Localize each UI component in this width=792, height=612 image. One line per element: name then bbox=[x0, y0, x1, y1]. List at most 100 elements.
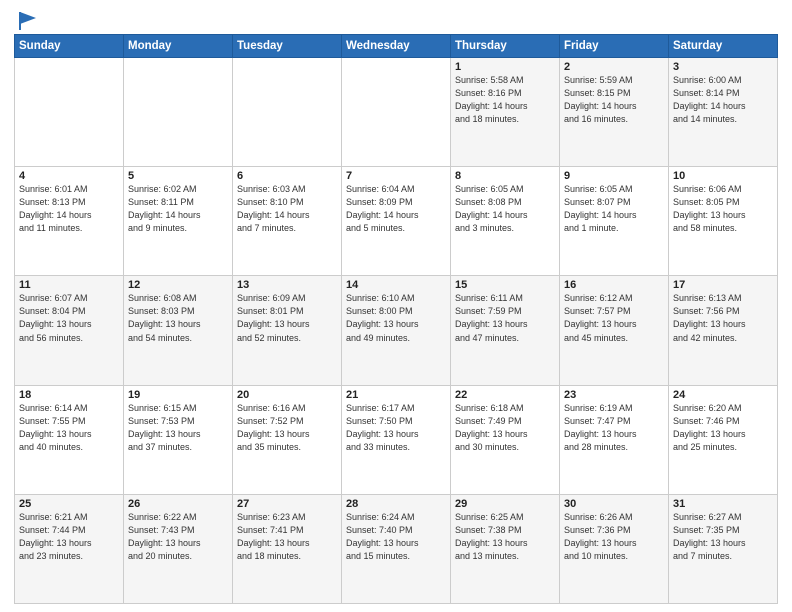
day-info: Sunrise: 6:13 AMSunset: 7:56 PMDaylight:… bbox=[673, 292, 773, 344]
day-header-thursday: Thursday bbox=[451, 35, 560, 58]
day-info: Sunrise: 6:05 AMSunset: 8:08 PMDaylight:… bbox=[455, 183, 555, 235]
day-number: 4 bbox=[19, 170, 119, 182]
calendar: SundayMondayTuesdayWednesdayThursdayFrid… bbox=[14, 34, 778, 604]
day-cell-3: 3Sunrise: 6:00 AMSunset: 8:14 PMDaylight… bbox=[669, 58, 778, 167]
day-number: 10 bbox=[673, 170, 773, 182]
week-row-1: 4Sunrise: 6:01 AMSunset: 8:13 PMDaylight… bbox=[15, 167, 778, 276]
day-cell-28: 28Sunrise: 6:24 AMSunset: 7:40 PMDayligh… bbox=[342, 494, 451, 603]
day-info: Sunrise: 6:27 AMSunset: 7:35 PMDaylight:… bbox=[673, 511, 773, 563]
week-row-4: 25Sunrise: 6:21 AMSunset: 7:44 PMDayligh… bbox=[15, 494, 778, 603]
day-number: 27 bbox=[237, 498, 337, 510]
day-info: Sunrise: 6:23 AMSunset: 7:41 PMDaylight:… bbox=[237, 511, 337, 563]
day-info: Sunrise: 5:58 AMSunset: 8:16 PMDaylight:… bbox=[455, 74, 555, 126]
day-cell-8: 8Sunrise: 6:05 AMSunset: 8:08 PMDaylight… bbox=[451, 167, 560, 276]
day-cell-19: 19Sunrise: 6:15 AMSunset: 7:53 PMDayligh… bbox=[124, 385, 233, 494]
day-cell-13: 13Sunrise: 6:09 AMSunset: 8:01 PMDayligh… bbox=[233, 276, 342, 385]
day-info: Sunrise: 6:20 AMSunset: 7:46 PMDaylight:… bbox=[673, 402, 773, 454]
day-number: 6 bbox=[237, 170, 337, 182]
week-row-3: 18Sunrise: 6:14 AMSunset: 7:55 PMDayligh… bbox=[15, 385, 778, 494]
header bbox=[14, 10, 778, 28]
day-info: Sunrise: 6:06 AMSunset: 8:05 PMDaylight:… bbox=[673, 183, 773, 235]
day-number: 3 bbox=[673, 61, 773, 73]
empty-cell bbox=[342, 58, 451, 167]
day-info: Sunrise: 6:19 AMSunset: 7:47 PMDaylight:… bbox=[564, 402, 664, 454]
day-cell-10: 10Sunrise: 6:06 AMSunset: 8:05 PMDayligh… bbox=[669, 167, 778, 276]
day-number: 14 bbox=[346, 279, 446, 291]
day-info: Sunrise: 6:08 AMSunset: 8:03 PMDaylight:… bbox=[128, 292, 228, 344]
day-cell-18: 18Sunrise: 6:14 AMSunset: 7:55 PMDayligh… bbox=[15, 385, 124, 494]
day-number: 20 bbox=[237, 389, 337, 401]
day-info: Sunrise: 6:00 AMSunset: 8:14 PMDaylight:… bbox=[673, 74, 773, 126]
empty-cell bbox=[233, 58, 342, 167]
day-info: Sunrise: 6:09 AMSunset: 8:01 PMDaylight:… bbox=[237, 292, 337, 344]
day-number: 2 bbox=[564, 61, 664, 73]
day-cell-26: 26Sunrise: 6:22 AMSunset: 7:43 PMDayligh… bbox=[124, 494, 233, 603]
day-info: Sunrise: 6:21 AMSunset: 7:44 PMDaylight:… bbox=[19, 511, 119, 563]
day-number: 15 bbox=[455, 279, 555, 291]
day-header-friday: Friday bbox=[560, 35, 669, 58]
day-number: 30 bbox=[564, 498, 664, 510]
day-info: Sunrise: 6:02 AMSunset: 8:11 PMDaylight:… bbox=[128, 183, 228, 235]
day-cell-29: 29Sunrise: 6:25 AMSunset: 7:38 PMDayligh… bbox=[451, 494, 560, 603]
day-info: Sunrise: 6:11 AMSunset: 7:59 PMDaylight:… bbox=[455, 292, 555, 344]
day-number: 8 bbox=[455, 170, 555, 182]
day-number: 1 bbox=[455, 61, 555, 73]
day-number: 22 bbox=[455, 389, 555, 401]
day-number: 5 bbox=[128, 170, 228, 182]
day-info: Sunrise: 6:10 AMSunset: 8:00 PMDaylight:… bbox=[346, 292, 446, 344]
day-cell-21: 21Sunrise: 6:17 AMSunset: 7:50 PMDayligh… bbox=[342, 385, 451, 494]
day-cell-1: 1Sunrise: 5:58 AMSunset: 8:16 PMDaylight… bbox=[451, 58, 560, 167]
day-number: 19 bbox=[128, 389, 228, 401]
day-cell-2: 2Sunrise: 5:59 AMSunset: 8:15 PMDaylight… bbox=[560, 58, 669, 167]
day-number: 31 bbox=[673, 498, 773, 510]
empty-cell bbox=[15, 58, 124, 167]
day-info: Sunrise: 6:07 AMSunset: 8:04 PMDaylight:… bbox=[19, 292, 119, 344]
day-cell-22: 22Sunrise: 6:18 AMSunset: 7:49 PMDayligh… bbox=[451, 385, 560, 494]
empty-cell bbox=[124, 58, 233, 167]
day-cell-23: 23Sunrise: 6:19 AMSunset: 7:47 PMDayligh… bbox=[560, 385, 669, 494]
day-cell-7: 7Sunrise: 6:04 AMSunset: 8:09 PMDaylight… bbox=[342, 167, 451, 276]
week-row-2: 11Sunrise: 6:07 AMSunset: 8:04 PMDayligh… bbox=[15, 276, 778, 385]
day-number: 28 bbox=[346, 498, 446, 510]
day-cell-11: 11Sunrise: 6:07 AMSunset: 8:04 PMDayligh… bbox=[15, 276, 124, 385]
page: SundayMondayTuesdayWednesdayThursdayFrid… bbox=[0, 0, 792, 612]
day-info: Sunrise: 6:17 AMSunset: 7:50 PMDaylight:… bbox=[346, 402, 446, 454]
day-info: Sunrise: 6:22 AMSunset: 7:43 PMDaylight:… bbox=[128, 511, 228, 563]
day-info: Sunrise: 6:18 AMSunset: 7:49 PMDaylight:… bbox=[455, 402, 555, 454]
day-number: 7 bbox=[346, 170, 446, 182]
day-number: 21 bbox=[346, 389, 446, 401]
day-number: 26 bbox=[128, 498, 228, 510]
day-number: 24 bbox=[673, 389, 773, 401]
day-info: Sunrise: 6:12 AMSunset: 7:57 PMDaylight:… bbox=[564, 292, 664, 344]
day-cell-17: 17Sunrise: 6:13 AMSunset: 7:56 PMDayligh… bbox=[669, 276, 778, 385]
days-header-row: SundayMondayTuesdayWednesdayThursdayFrid… bbox=[15, 35, 778, 58]
day-header-monday: Monday bbox=[124, 35, 233, 58]
week-row-0: 1Sunrise: 5:58 AMSunset: 8:16 PMDaylight… bbox=[15, 58, 778, 167]
day-number: 17 bbox=[673, 279, 773, 291]
day-info: Sunrise: 6:16 AMSunset: 7:52 PMDaylight:… bbox=[237, 402, 337, 454]
day-cell-20: 20Sunrise: 6:16 AMSunset: 7:52 PMDayligh… bbox=[233, 385, 342, 494]
day-cell-6: 6Sunrise: 6:03 AMSunset: 8:10 PMDaylight… bbox=[233, 167, 342, 276]
day-info: Sunrise: 6:01 AMSunset: 8:13 PMDaylight:… bbox=[19, 183, 119, 235]
day-header-sunday: Sunday bbox=[15, 35, 124, 58]
day-info: Sunrise: 6:26 AMSunset: 7:36 PMDaylight:… bbox=[564, 511, 664, 563]
day-number: 12 bbox=[128, 279, 228, 291]
day-number: 11 bbox=[19, 279, 119, 291]
day-info: Sunrise: 6:24 AMSunset: 7:40 PMDaylight:… bbox=[346, 511, 446, 563]
day-cell-27: 27Sunrise: 6:23 AMSunset: 7:41 PMDayligh… bbox=[233, 494, 342, 603]
day-info: Sunrise: 6:25 AMSunset: 7:38 PMDaylight:… bbox=[455, 511, 555, 563]
day-number: 25 bbox=[19, 498, 119, 510]
day-cell-4: 4Sunrise: 6:01 AMSunset: 8:13 PMDaylight… bbox=[15, 167, 124, 276]
day-number: 13 bbox=[237, 279, 337, 291]
day-cell-14: 14Sunrise: 6:10 AMSunset: 8:00 PMDayligh… bbox=[342, 276, 451, 385]
day-info: Sunrise: 6:05 AMSunset: 8:07 PMDaylight:… bbox=[564, 183, 664, 235]
day-cell-31: 31Sunrise: 6:27 AMSunset: 7:35 PMDayligh… bbox=[669, 494, 778, 603]
day-header-wednesday: Wednesday bbox=[342, 35, 451, 58]
day-cell-12: 12Sunrise: 6:08 AMSunset: 8:03 PMDayligh… bbox=[124, 276, 233, 385]
day-cell-24: 24Sunrise: 6:20 AMSunset: 7:46 PMDayligh… bbox=[669, 385, 778, 494]
day-header-saturday: Saturday bbox=[669, 35, 778, 58]
day-number: 29 bbox=[455, 498, 555, 510]
day-info: Sunrise: 6:15 AMSunset: 7:53 PMDaylight:… bbox=[128, 402, 228, 454]
day-number: 16 bbox=[564, 279, 664, 291]
day-cell-25: 25Sunrise: 6:21 AMSunset: 7:44 PMDayligh… bbox=[15, 494, 124, 603]
